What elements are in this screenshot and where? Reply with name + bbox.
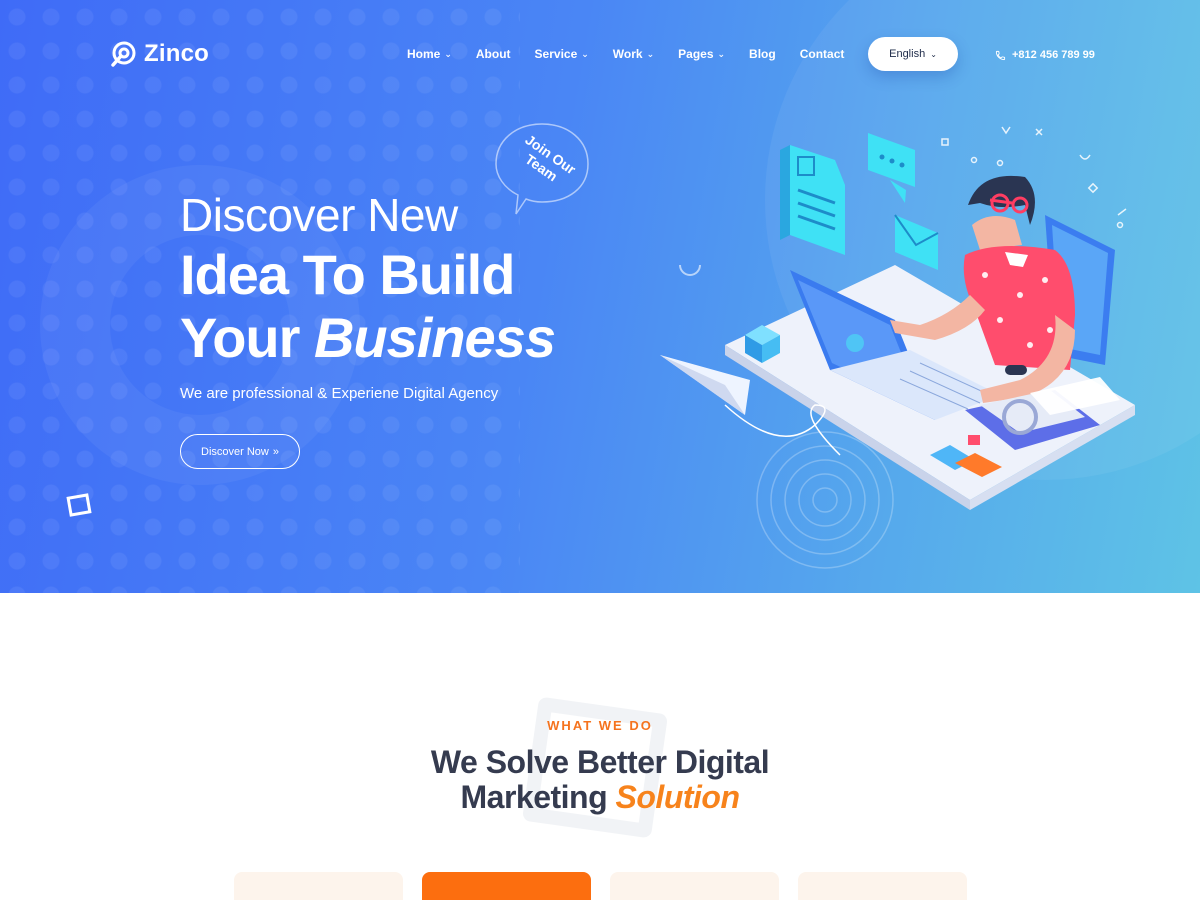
service-card-active[interactable]	[422, 872, 591, 900]
chevron-down-icon: ⌄	[930, 49, 937, 59]
nav-label: Service	[534, 47, 578, 61]
chevron-down-icon: ⌄	[444, 48, 452, 59]
chevron-down-icon: ⌄	[646, 48, 655, 59]
chevron-down-icon: ⌄	[581, 48, 589, 59]
nav-item-contact[interactable]: Contact	[800, 45, 845, 63]
hero-section: Zinco Home ⌄ About Service ⌄ Work ⌄ Page…	[0, 0, 1200, 593]
nav-item-service[interactable]: Service ⌄	[535, 45, 589, 63]
service-card[interactable]	[234, 872, 403, 900]
cta-label: Discover Now	[201, 445, 269, 458]
phone-contact[interactable]: +812 456 789 99	[995, 49, 1095, 61]
nav-item-home[interactable]: Home ⌄	[407, 45, 452, 63]
nav-label: Home	[407, 47, 441, 61]
main-nav: Home ⌄ About Service ⌄ Work ⌄ Pages ⌄ Bl…	[407, 45, 868, 63]
service-card[interactable]	[798, 872, 967, 900]
logo-text: Zinco	[144, 40, 209, 67]
section-title-line2: Marketing Solution	[0, 779, 1200, 816]
double-chevron-right-icon: »	[272, 445, 279, 458]
hero-headline-plain: Your	[180, 306, 300, 369]
hero-headline-line3: Your Business	[180, 305, 556, 370]
hero-headline-line2: Idea To Build	[180, 243, 515, 306]
nav-label: Work	[612, 47, 643, 61]
logo[interactable]: Zinco	[110, 40, 209, 68]
section-title-plain: Marketing	[460, 779, 608, 815]
hero-headline-italic: Business	[313, 306, 556, 369]
language-selector[interactable]: English ⌄	[868, 37, 958, 71]
phone-number: +812 456 789 99	[1012, 49, 1095, 61]
nav-label: Pages	[678, 47, 714, 61]
section-title-line1: We Solve Better Digital	[430, 744, 770, 780]
nav-item-about[interactable]: About	[476, 45, 511, 63]
nav-label: Contact	[799, 47, 845, 61]
language-label: English	[889, 48, 926, 60]
logo-icon	[111, 41, 136, 67]
hero-subtitle: We are professional & Experiene Digital …	[180, 385, 499, 402]
nav-label: Blog	[749, 47, 776, 61]
discover-now-button[interactable]: Discover Now »	[180, 434, 300, 469]
section-eyebrow: WHAT WE DO	[547, 718, 653, 733]
hero-headline-line1: Discover New	[180, 189, 458, 241]
chevron-down-icon: ⌄	[717, 48, 726, 59]
nav-item-work[interactable]: Work ⌄	[613, 45, 654, 63]
nav-item-pages[interactable]: Pages ⌄	[678, 45, 725, 63]
hero-illustration	[660, 126, 1135, 569]
section-title-accent: Solution	[615, 779, 740, 815]
phone-icon	[995, 50, 1006, 60]
square-decoration	[66, 493, 92, 517]
nav-label: About	[475, 47, 511, 61]
service-card[interactable]	[610, 872, 779, 900]
service-cards	[234, 872, 967, 900]
nav-item-blog[interactable]: Blog	[749, 45, 776, 63]
